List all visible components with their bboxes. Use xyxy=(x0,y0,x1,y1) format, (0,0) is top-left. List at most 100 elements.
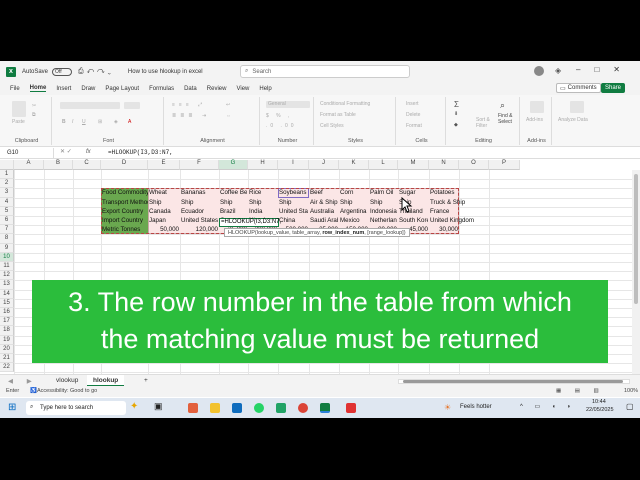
row-header-5[interactable]: 5 xyxy=(0,206,14,216)
sort-filter-button[interactable]: Sort & Filter xyxy=(476,117,494,129)
format-cells-button[interactable]: Format xyxy=(406,123,422,129)
column-header-k[interactable]: K xyxy=(339,160,369,170)
active-cell-editor[interactable]: =HLOOKUP(I3,D3:N7, xyxy=(219,218,281,227)
share-button[interactable]: Share xyxy=(601,83,626,93)
column-header-h[interactable]: H xyxy=(248,160,278,170)
row-header-16[interactable]: 16 xyxy=(0,308,14,318)
column-header-i[interactable]: I xyxy=(278,160,309,170)
formula-input[interactable]: =HLOOKUP(I3,D3:N7, xyxy=(108,149,173,156)
weather-text[interactable]: Feels hotter xyxy=(460,404,492,410)
column-header-g[interactable]: G xyxy=(219,160,248,170)
column-header-o[interactable]: O xyxy=(459,160,489,170)
window-controls[interactable]: –□✕ xyxy=(576,65,634,74)
row-header-18[interactable]: 18 xyxy=(0,326,14,336)
column-header-d[interactable]: D xyxy=(101,160,148,170)
cut-icon[interactable]: ✂ xyxy=(32,103,36,109)
column-header-n[interactable]: N xyxy=(429,160,459,170)
vertical-scrollbar[interactable] xyxy=(632,170,640,374)
avatar[interactable] xyxy=(534,66,544,76)
bold-icon[interactable]: B xyxy=(62,119,66,125)
insert-cells-button[interactable]: Insert xyxy=(406,101,419,107)
find-select-button[interactable]: Find & Select xyxy=(498,113,518,125)
add-ins-icon[interactable] xyxy=(530,101,544,113)
column-header-l[interactable]: L xyxy=(369,160,398,170)
copy-icon[interactable]: ⧉ xyxy=(32,112,36,118)
row-header-9[interactable]: 9 xyxy=(0,243,14,253)
copilot-icon[interactable]: ◈ xyxy=(555,66,561,75)
vertical-align-icons[interactable]: ≡≡≡ ⤢ xyxy=(172,102,206,108)
paste-icon[interactable] xyxy=(12,101,26,117)
select-all-corner[interactable] xyxy=(0,160,14,170)
column-header-f[interactable]: F xyxy=(180,160,219,170)
menu-draw[interactable]: Draw xyxy=(81,86,95,92)
row-header-13[interactable]: 13 xyxy=(0,280,14,290)
currency-percent-icons[interactable]: $ % , xyxy=(266,113,292,119)
fx-icon[interactable]: fx xyxy=(86,149,91,155)
zoom-level[interactable]: 100% xyxy=(624,388,638,394)
cell-styles-button[interactable]: Cell Styles xyxy=(320,123,344,129)
analyze-data-icon[interactable] xyxy=(570,101,584,113)
row-header-2[interactable]: 2 xyxy=(0,179,14,189)
column-header-e[interactable]: E xyxy=(148,160,180,170)
analyze-data-button[interactable]: Analyze Data xyxy=(558,117,588,123)
row-header-12[interactable]: 12 xyxy=(0,271,14,281)
row-header-14[interactable]: 14 xyxy=(0,289,14,299)
row-header-3[interactable]: 3 xyxy=(0,188,14,198)
horizontal-scrollbar[interactable] xyxy=(398,379,630,384)
menu-view[interactable]: View xyxy=(236,86,249,92)
chrome-icon[interactable] xyxy=(298,403,308,413)
column-header-a[interactable]: A xyxy=(14,160,44,170)
menu-insert[interactable]: Insert xyxy=(56,86,71,92)
menu-home[interactable]: Home xyxy=(29,85,47,92)
row-header-15[interactable]: 15 xyxy=(0,298,14,308)
font-size-select[interactable] xyxy=(124,102,140,109)
accessibility-status[interactable]: Accessibility: Good to go xyxy=(37,388,97,394)
italic-icon[interactable]: I xyxy=(72,119,73,125)
font-color-icon[interactable]: A xyxy=(128,119,131,125)
clock-date[interactable]: 22/05/2025 xyxy=(586,407,614,413)
number-format-select[interactable]: General xyxy=(266,101,310,108)
menu-review[interactable]: Review xyxy=(207,86,227,92)
fill-icon[interactable]: ⬇ xyxy=(454,111,458,117)
menu-page-layout[interactable]: Page Layout xyxy=(105,86,139,92)
row-header-11[interactable]: 11 xyxy=(0,262,14,272)
decimal-icons[interactable]: .0 .00 xyxy=(266,123,297,129)
format-as-table-button[interactable]: Format as Table xyxy=(320,112,356,118)
excel-taskbar-icon[interactable] xyxy=(320,403,330,413)
task-view-icon[interactable]: ▣ xyxy=(154,401,163,412)
row-header-21[interactable]: 21 xyxy=(0,354,14,364)
name-box[interactable]: G10 xyxy=(4,148,54,158)
row-header-7[interactable]: 7 xyxy=(0,225,14,235)
autosum-icon[interactable]: Σ xyxy=(454,100,459,109)
conditional-formatting-button[interactable]: Conditional Formatting xyxy=(320,101,370,107)
menu-formulas[interactable]: Formulas xyxy=(149,86,174,92)
view-mode-icons[interactable]: ▦ ▤ ▥ xyxy=(556,388,605,394)
search-input[interactable]: ⌕ Search xyxy=(240,65,410,78)
sheet-nav-arrows[interactable]: ◀ ▶ xyxy=(8,377,38,385)
merge-icon[interactable]: ⇔ xyxy=(226,113,231,119)
row-header-4[interactable]: 4 xyxy=(0,197,14,207)
column-header-j[interactable]: J xyxy=(309,160,339,170)
underline-icon[interactable]: U xyxy=(82,119,86,125)
vertical-scroll-thumb[interactable] xyxy=(634,174,638,304)
column-header-p[interactable]: P xyxy=(489,160,520,170)
clear-icon[interactable]: ◆ xyxy=(454,122,458,128)
row-header-8[interactable]: 8 xyxy=(0,234,14,244)
column-header-m[interactable]: M xyxy=(398,160,429,170)
notification-icon[interactable]: ▢ xyxy=(626,402,634,411)
outlook-icon[interactable] xyxy=(232,403,242,413)
menu-file[interactable]: File xyxy=(10,86,20,92)
row-header-22[interactable]: 22 xyxy=(0,363,14,373)
red-app-icon[interactable] xyxy=(346,403,356,413)
windows-start-icon[interactable]: ⊞ xyxy=(8,402,16,413)
copilot-sparkle-icon[interactable]: ✦ xyxy=(130,401,138,412)
fill-color-icon[interactable]: ◈ xyxy=(114,119,118,125)
add-ins-button[interactable]: Add-ins xyxy=(526,117,543,123)
row-header-10[interactable]: 10 xyxy=(0,252,14,262)
taskbar-search-input[interactable]: ⌕ Type here to search xyxy=(26,401,126,415)
edge-icon[interactable] xyxy=(188,403,198,413)
comments-button[interactable]: ▭ Comments xyxy=(556,83,601,93)
tray-icons[interactable]: ^ ▭ ◖ ◗ xyxy=(520,403,576,410)
green-app-icon[interactable] xyxy=(276,403,286,413)
menu-data[interactable]: Data xyxy=(184,86,197,92)
